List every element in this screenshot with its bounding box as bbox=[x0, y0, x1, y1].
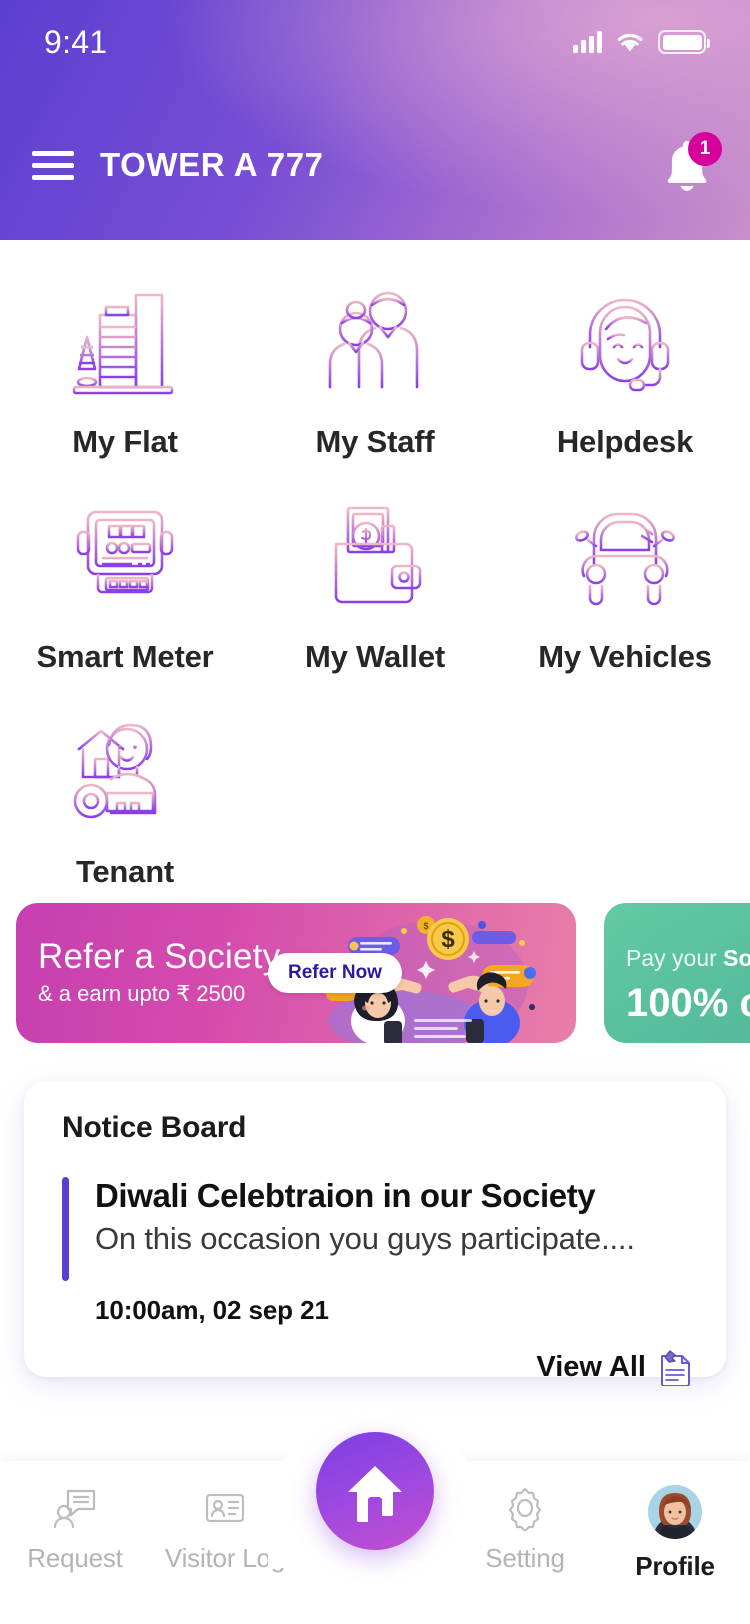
refer-now-button[interactable]: Refer Now bbox=[268, 953, 402, 993]
cellular-signal-icon bbox=[573, 31, 602, 53]
home-icon bbox=[348, 1466, 402, 1522]
nav-item-label: Setting bbox=[485, 1543, 565, 1573]
wifi-icon bbox=[617, 33, 643, 52]
notice-description: On this occasion you guys participate...… bbox=[95, 1221, 635, 1256]
page-title: TOWER A 777 bbox=[100, 146, 324, 183]
grid-item-label: Helpdesk bbox=[556, 424, 694, 459]
grid-item-my-flat[interactable]: My Flat bbox=[0, 280, 250, 495]
hamburger-menu-icon[interactable] bbox=[32, 150, 74, 180]
notice-heading: Diwali Celebtraion in our Society bbox=[95, 1177, 596, 1214]
promo-banner-carousel[interactable]: $ $ Refer a Society & a earn upto ₹ 2500… bbox=[0, 903, 750, 1053]
notice-accent-bar bbox=[62, 1177, 69, 1281]
gear-icon bbox=[508, 1487, 542, 1531]
pay-banner-line-1: Pay your Soc bbox=[626, 945, 750, 972]
notification-badge: 1 bbox=[688, 132, 722, 166]
car-icon bbox=[566, 495, 684, 617]
app-header: 9:41 TOWER A 777 1 bbox=[0, 0, 750, 240]
notice-item[interactable]: Diwali Celebtraion in our Society On thi… bbox=[62, 1177, 692, 1281]
grid-item-my-wallet[interactable]: My Wallet bbox=[250, 495, 500, 710]
refer-text-block: Refer a Society & a earn upto ₹ 2500 bbox=[38, 937, 280, 1007]
view-all-label: View All bbox=[536, 1350, 646, 1383]
pay-banner-line-2: 100% c bbox=[626, 981, 750, 1025]
notice-timestamp: 10:00am, 02 sep 21 bbox=[95, 1295, 329, 1325]
two-people-icon bbox=[320, 280, 430, 402]
id-card-icon bbox=[205, 1493, 245, 1523]
grid-item-label: My Wallet bbox=[304, 639, 446, 674]
banner-pay-society[interactable]: Pay your Soc 100% c bbox=[604, 903, 750, 1043]
nav-item-label: Request bbox=[27, 1543, 123, 1573]
pay-banner-prefix: Pay your bbox=[626, 945, 724, 971]
electric-meter-icon bbox=[70, 495, 180, 617]
nav-item-label: Profile bbox=[635, 1551, 715, 1581]
svg-text:$: $ bbox=[423, 921, 428, 931]
wallet-icon bbox=[320, 495, 430, 617]
house-key-person-icon bbox=[69, 710, 181, 832]
grid-item-label: Smart Meter bbox=[36, 639, 214, 674]
grid-item-tenant[interactable]: Tenant bbox=[0, 710, 250, 925]
grid-item-label: Tenant bbox=[75, 854, 175, 889]
notice-board-title: Notice Board bbox=[62, 1111, 247, 1144]
nav-item-profile[interactable]: Profile bbox=[600, 1485, 750, 1582]
grid-item-label: My Staff bbox=[315, 424, 435, 459]
grid-item-my-vehicles[interactable]: My Vehicles bbox=[500, 495, 750, 710]
notice-board-card: Notice Board Diwali Celebtraion in our S… bbox=[24, 1081, 726, 1386]
banner-refer-a-society[interactable]: $ $ Refer a Society & a earn upto ₹ 2500… bbox=[16, 903, 576, 1043]
nav-item-request[interactable]: Request bbox=[0, 1485, 150, 1574]
battery-icon bbox=[658, 30, 710, 54]
user-avatar-icon bbox=[648, 1485, 702, 1539]
feature-grid: My Flat My Staff Helpdesk Smart Meter My… bbox=[0, 240, 750, 925]
grid-item-label: My Vehicles bbox=[538, 639, 712, 674]
pinned-document-icon bbox=[661, 1350, 690, 1386]
grid-item-smart-meter[interactable]: Smart Meter bbox=[0, 495, 250, 710]
grid-item-my-staff[interactable]: My Staff bbox=[250, 280, 500, 495]
person-message-icon bbox=[53, 1489, 96, 1529]
view-all-button[interactable]: View All bbox=[62, 1348, 692, 1386]
pay-banner-bold: Soc bbox=[723, 945, 750, 971]
app-bar: TOWER A 777 1 bbox=[0, 120, 750, 210]
status-bar-indicators bbox=[573, 30, 710, 54]
svg-text:$: $ bbox=[441, 926, 455, 953]
headset-support-icon bbox=[570, 280, 680, 402]
grid-item-helpdesk[interactable]: Helpdesk bbox=[500, 280, 750, 495]
notification-bell-button[interactable]: 1 bbox=[654, 132, 722, 198]
refer-subtitle: & a earn upto ₹ 2500 bbox=[38, 981, 246, 1006]
status-bar: 9:41 bbox=[0, 0, 750, 84]
grid-item-label: My Flat bbox=[72, 424, 178, 459]
refer-title: Refer a Society bbox=[38, 937, 281, 976]
status-bar-clock: 9:41 bbox=[44, 23, 108, 60]
buildings-icon bbox=[70, 280, 180, 402]
home-fab-button[interactable] bbox=[316, 1432, 434, 1550]
